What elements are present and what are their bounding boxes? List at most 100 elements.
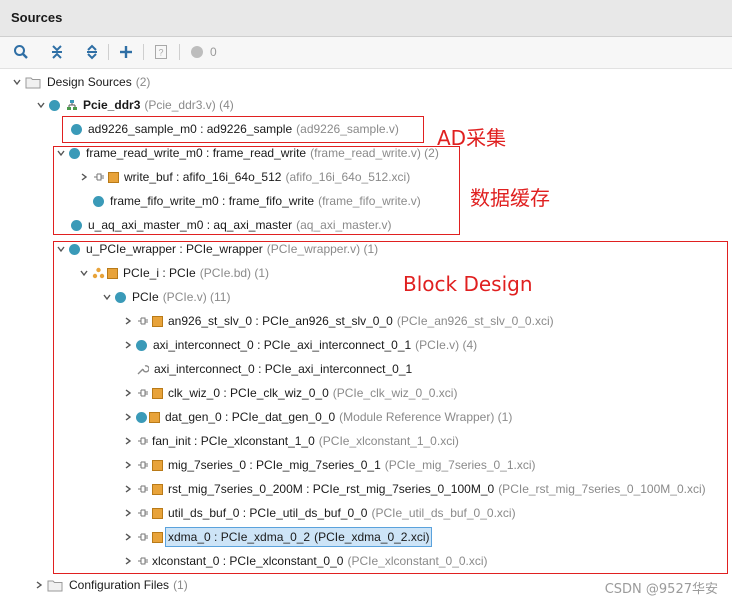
- toolbar-divider: [108, 44, 109, 60]
- wrench-icon: [137, 364, 149, 374]
- node-name: u_PCIe_wrapper : PCIe_wrapper: [86, 242, 263, 256]
- module-dot-icon: [69, 147, 80, 159]
- node-name: util_ds_buf_0 : PCIe_util_ds_buf_0_0: [168, 506, 368, 520]
- module-dot-icon: [136, 411, 147, 423]
- ip-plug-icon: [138, 389, 148, 397]
- chevron-right-icon[interactable]: [78, 171, 90, 183]
- expand-all-icon[interactable]: [82, 42, 102, 62]
- node-name: mig_7series_0 : PCIe_mig_7series_0_1: [168, 458, 381, 472]
- plus-icon[interactable]: [116, 42, 136, 62]
- node-src: (PCIe_util_ds_buf_0_0.xci): [371, 506, 516, 520]
- question-doc-icon[interactable]: ?: [151, 42, 171, 62]
- node-name: xlconstant_0 : PCIe_xlconstant_0_0: [152, 554, 344, 568]
- node-src: (afifo_16i_64o_512.xci): [285, 170, 411, 184]
- chevron-right-icon[interactable]: [122, 531, 134, 543]
- node-src: (PCIe_xlconstant_0_0.xci): [347, 554, 488, 568]
- node-name: frame_fifo_write_m0 : frame_fifo_write: [110, 194, 315, 208]
- chevron-right-icon[interactable]: [122, 387, 134, 399]
- panel-header: Sources: [0, 0, 732, 37]
- node-name: PCIe_i : PCIe: [123, 266, 196, 280]
- node-name: axi_interconnect_0 : PCIe_axi_interconne…: [154, 362, 413, 376]
- tree-node-ip-selected[interactable]: xdma_0 : PCIe_xdma_0_2 (PCIe_xdma_0_2.xc…: [122, 527, 433, 547]
- chevron-down-icon[interactable]: [101, 291, 113, 303]
- search-icon[interactable]: [11, 42, 31, 62]
- ip-core-icon: [152, 315, 163, 327]
- tree-node-ip[interactable]: rst_mig_7series_0_200M : PCIe_rst_mig_7s…: [122, 479, 706, 499]
- ip-core-icon: [107, 267, 118, 279]
- tree-node-module-ref[interactable]: dat_gen_0 : PCIe_dat_gen_0_0 (Module Ref…: [122, 407, 512, 427]
- chevron-down-icon[interactable]: [78, 267, 90, 279]
- chevron-right-icon[interactable]: [122, 315, 134, 327]
- chevron-right-icon[interactable]: [122, 459, 134, 471]
- selected-node-highlight[interactable]: xdma_0 : PCIe_xdma_0_2 (PCIe_xdma_0_2.xc…: [165, 527, 433, 547]
- node-name: fan_init : PCIe_xlconstant_1_0: [152, 434, 315, 448]
- tree-node-config-files[interactable]: Configuration Files (1): [33, 575, 188, 595]
- module-dot-icon: [71, 123, 82, 135]
- tree-node-module[interactable]: axi_interconnect_0 : PCIe_axi_interconne…: [122, 335, 477, 355]
- chevron-right-icon[interactable]: [122, 339, 134, 351]
- tree-node-reference[interactable]: axi_interconnect_0 : PCIe_axi_interconne…: [136, 359, 412, 379]
- tree-node-design-sources[interactable]: Design Sources (2): [11, 72, 150, 92]
- tree-node-ip[interactable]: mig_7series_0 : PCIe_mig_7series_0_1 (PC…: [122, 455, 536, 475]
- tree-node-ip[interactable]: xlconstant_0 : PCIe_xlconstant_0_0 (PCIe…: [122, 551, 488, 571]
- node-src: (aq_axi_master.v): [296, 218, 392, 232]
- node-src: (frame_read_write.v) (2): [310, 146, 439, 160]
- tree-node-ad9226[interactable]: ad9226_sample_m0 : ad9226_sample (ad9226…: [71, 119, 399, 139]
- design-sources-label: Design Sources: [47, 75, 132, 89]
- tree-node-write-buf[interactable]: write_buf : afifo_16i_64o_512 (afifo_16i…: [78, 167, 410, 187]
- toolbar-divider: [179, 44, 180, 60]
- tree-node-pcie-wrapper[interactable]: u_PCIe_wrapper : PCIe_wrapper (PCIe_wrap…: [55, 239, 378, 259]
- ip-plug-icon: [138, 317, 148, 325]
- chevron-down-icon[interactable]: [55, 147, 67, 159]
- node-src: (PCIe.v) (4): [415, 338, 478, 352]
- node-name: ad9226_sample_m0 : ad9226_sample: [88, 122, 293, 136]
- ip-core-icon: [108, 171, 119, 183]
- node-src: (frame_fifo_write.v): [318, 194, 421, 208]
- tree-node-ip[interactable]: an926_st_slv_0 : PCIe_an926_st_slv_0_0 (…: [122, 311, 554, 331]
- tree-node-frame-fifo-write[interactable]: frame_fifo_write_m0 : frame_fifo_write (…: [93, 191, 421, 211]
- tree-node-ip[interactable]: clk_wiz_0 : PCIe_clk_wiz_0_0 (PCIe_clk_w…: [122, 383, 457, 403]
- chevron-right-icon[interactable]: [122, 435, 134, 447]
- tree-node-ip[interactable]: fan_init : PCIe_xlconstant_1_0 (PCIe_xlc…: [122, 431, 459, 451]
- annotation-cache: 数据缓存: [470, 186, 550, 210]
- chevron-right-icon[interactable]: [122, 411, 134, 423]
- node-src: (PCIe_xlconstant_1_0.xci): [318, 434, 459, 448]
- ip-plug-icon: [138, 437, 148, 445]
- node-name: rst_mig_7series_0_200M : PCIe_rst_mig_7s…: [168, 482, 495, 496]
- hierarchy-top-icon: [67, 100, 77, 110]
- chevron-right-icon[interactable]: [122, 507, 134, 519]
- chevron-right-icon[interactable]: [122, 555, 134, 567]
- module-dot-icon: [93, 195, 104, 207]
- node-src: (PCIe_wrapper.v) (1): [266, 242, 379, 256]
- chevron-down-icon[interactable]: [55, 243, 67, 255]
- tree-node-ip[interactable]: util_ds_buf_0 : PCIe_util_ds_buf_0_0 (PC…: [122, 503, 516, 523]
- ip-plug-icon: [94, 173, 104, 181]
- ip-plug-icon: [138, 557, 148, 565]
- tree-node-frame-read-write[interactable]: frame_read_write_m0 : frame_read_write (…: [55, 143, 439, 163]
- ip-plug-icon: [138, 461, 148, 469]
- chevron-down-icon[interactable]: [35, 99, 47, 111]
- design-sources-count: (2): [135, 75, 151, 89]
- tree-node-aq-axi-master[interactable]: u_aq_axi_master_m0 : aq_axi_master (aq_a…: [71, 215, 392, 235]
- tree-node-top[interactable]: Pcie_ddr3 (Pcie_ddr3.v) (4): [35, 95, 234, 115]
- node-name: dat_gen_0 : PCIe_dat_gen_0_0: [165, 410, 336, 424]
- watermark: CSDN @9527华安: [604, 582, 718, 597]
- module-dot-icon: [49, 99, 60, 111]
- module-dot-icon: [136, 339, 147, 351]
- collapse-all-icon[interactable]: [47, 42, 67, 62]
- chevron-down-icon[interactable]: [11, 76, 23, 88]
- tree-node-pcie-i[interactable]: PCIe_i : PCIe (PCIe.bd) (1): [78, 263, 269, 283]
- node-src: (PCIe_clk_wiz_0_0.xci): [332, 386, 458, 400]
- annotation-block-design: Block Design: [403, 272, 533, 296]
- panel-title: Sources: [11, 10, 63, 25]
- tree-node-pcie[interactable]: PCIe (PCIe.v) (11): [101, 287, 230, 307]
- source-tree: Design Sources (2) Pcie_ddr3 (Pcie_ddr3.…: [0, 68, 732, 604]
- node-name: PCIe: [132, 290, 159, 304]
- node-name: frame_read_write_m0 : frame_read_write: [86, 146, 307, 160]
- chevron-right-icon[interactable]: [122, 483, 134, 495]
- status-circle-icon: [187, 42, 207, 62]
- folder-icon: [25, 77, 41, 88]
- chevron-right-icon[interactable]: [33, 579, 45, 591]
- module-dot-icon: [115, 291, 126, 303]
- ip-core-icon: [152, 483, 163, 495]
